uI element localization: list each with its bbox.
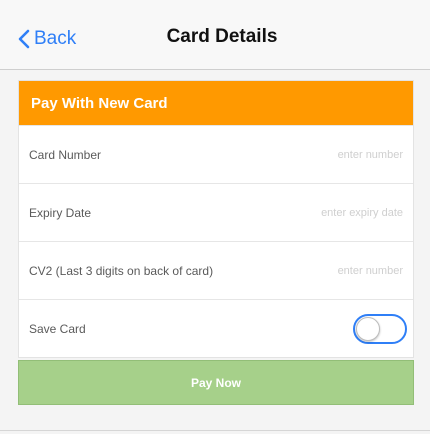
new-card-form: Pay With New Card Card Number Expiry Dat… xyxy=(18,80,414,358)
expiry-date-label: Expiry Date xyxy=(29,205,92,220)
card-number-row: Card Number xyxy=(19,125,413,183)
page-title: Card Details xyxy=(166,26,278,47)
card-number-input[interactable] xyxy=(261,147,405,162)
cv2-input[interactable] xyxy=(261,263,405,278)
save-card-label: Save Card xyxy=(29,321,86,336)
bottom-divider xyxy=(0,430,430,431)
expiry-date-input[interactable] xyxy=(261,205,405,220)
expiry-date-row: Expiry Date xyxy=(19,183,413,241)
save-card-row: Save Card xyxy=(19,299,413,357)
save-card-toggle[interactable] xyxy=(353,313,407,344)
card-number-label: Card Number xyxy=(29,147,102,162)
pay-now-button[interactable]: Pay Now xyxy=(18,360,414,405)
card-header: Pay With New Card xyxy=(19,81,413,125)
navigation-bar: Back Card Details xyxy=(0,0,430,70)
toggle-knob xyxy=(356,316,380,341)
cv2-row: CV2 (Last 3 digits on back of card) xyxy=(19,241,413,299)
cv2-label: CV2 (Last 3 digits on back of card) xyxy=(29,263,214,278)
